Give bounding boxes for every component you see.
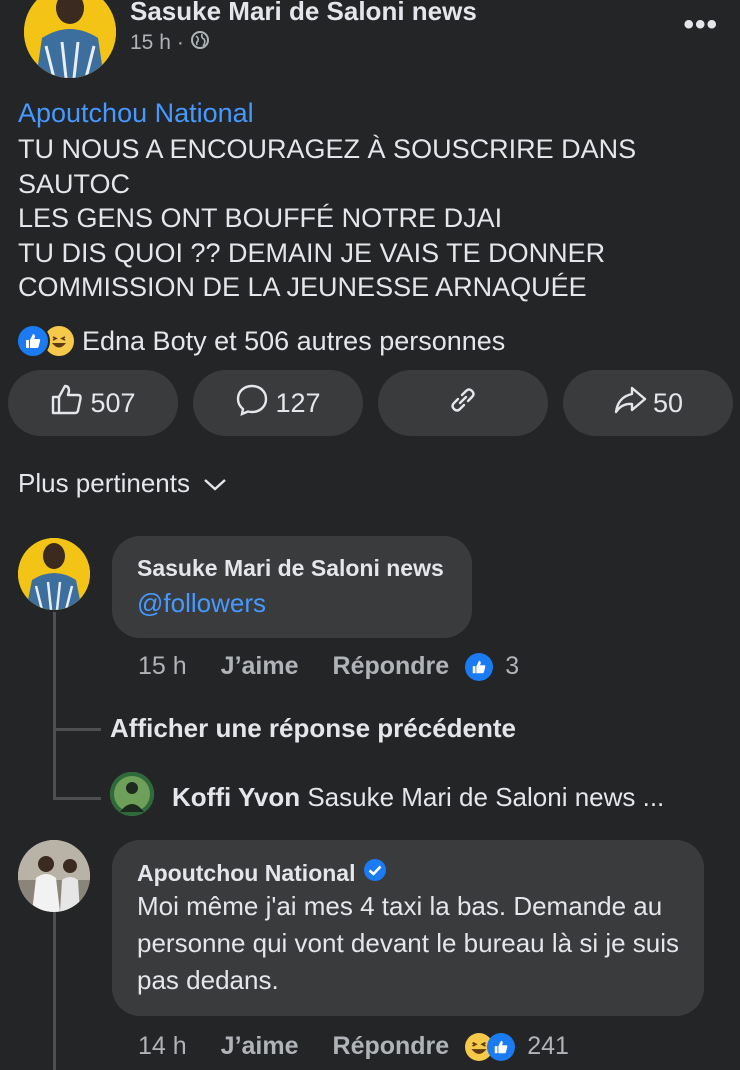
comment-like-button[interactable]: J’aime bbox=[221, 1032, 299, 1061]
reply-preview-text: Sasuke Mari de Saloni news ... bbox=[307, 782, 665, 812]
post-author-name[interactable]: Sasuke Mari de Saloni news bbox=[130, 0, 477, 27]
show-previous-reply-link[interactable]: Afficher une réponse précédente bbox=[110, 713, 516, 744]
share-count: 50 bbox=[652, 387, 684, 418]
like-button[interactable]: 507 bbox=[8, 370, 178, 436]
post-author-avatar[interactable] bbox=[24, 0, 116, 78]
like-count: 507 bbox=[90, 387, 136, 418]
globe-icon bbox=[190, 30, 210, 56]
like-reaction-icon bbox=[487, 1032, 516, 1061]
comment-text: Moi même j'ai mes 4 taxi la bas. Demande… bbox=[137, 891, 680, 995]
like-reaction-icon bbox=[16, 324, 50, 358]
thread-line-branch bbox=[53, 728, 101, 731]
comment-author-name[interactable]: Apoutchou National bbox=[137, 860, 355, 887]
like-reaction-icon bbox=[465, 652, 494, 681]
comment-sort-dropdown[interactable]: Plus pertinents bbox=[18, 468, 228, 499]
comment-author-avatar[interactable] bbox=[18, 538, 90, 610]
comment-author-name[interactable]: Sasuke Mari de Saloni news bbox=[137, 555, 444, 582]
thumbs-up-icon bbox=[50, 383, 84, 424]
comment-like-button[interactable]: J’aime bbox=[221, 652, 299, 681]
comment-reaction-count[interactable]: 3 bbox=[505, 652, 519, 681]
comment-reply-button[interactable]: Répondre bbox=[333, 652, 450, 681]
share-icon bbox=[613, 383, 647, 424]
more-options-icon[interactable]: ••• bbox=[683, 8, 718, 42]
reply-author-name[interactable]: Koffi Yvon bbox=[172, 782, 300, 812]
comment-author-header[interactable]: Apoutchou National bbox=[137, 858, 387, 888]
comment-icon bbox=[235, 383, 269, 424]
reply-author-avatar[interactable] bbox=[110, 772, 154, 816]
comment-button[interactable]: 127 bbox=[193, 370, 363, 436]
comment-reply-button[interactable]: Répondre bbox=[333, 1032, 450, 1061]
post-text: TU NOUS A ENCOURAGEZ À SOUSCRIRE DANS SA… bbox=[18, 134, 637, 302]
thread-line bbox=[53, 890, 56, 1070]
sort-label: Plus pertinents bbox=[18, 468, 190, 498]
post-mention-link[interactable]: Apoutchou National bbox=[18, 98, 254, 129]
post-meta: 15 h · bbox=[130, 30, 210, 56]
comment-author-avatar[interactable] bbox=[18, 840, 90, 912]
comment-count: 127 bbox=[275, 387, 321, 418]
comment-time: 15 h bbox=[138, 652, 187, 680]
thread-line bbox=[53, 612, 56, 800]
comment-actions: 15 h J’aime Répondre 3 bbox=[138, 652, 519, 681]
comment-actions: 14 h J’aime Répondre 241 bbox=[138, 1032, 569, 1061]
comment-mention-link[interactable]: @followers bbox=[137, 588, 266, 619]
reactions-summary-text: Edna Boty et 506 autres personnes bbox=[82, 325, 506, 356]
comment-time: 14 h bbox=[138, 1032, 187, 1060]
reply-preview[interactable]: Koffi Yvon Sasuke Mari de Saloni news ..… bbox=[172, 782, 664, 813]
comment-reaction-count[interactable]: 241 bbox=[527, 1032, 569, 1061]
post-time: 15 h bbox=[130, 31, 171, 54]
thread-line-branch bbox=[53, 797, 101, 800]
chevron-down-icon bbox=[202, 468, 228, 499]
copy-link-button[interactable] bbox=[378, 370, 548, 436]
link-icon bbox=[448, 385, 478, 422]
reactions-summary[interactable]: Edna Boty et 506 autres personnes bbox=[16, 324, 505, 358]
share-button[interactable]: 50 bbox=[563, 370, 733, 436]
comment-bubble bbox=[112, 536, 472, 638]
separator-dot: · bbox=[176, 31, 184, 54]
verified-badge-icon bbox=[363, 858, 387, 888]
